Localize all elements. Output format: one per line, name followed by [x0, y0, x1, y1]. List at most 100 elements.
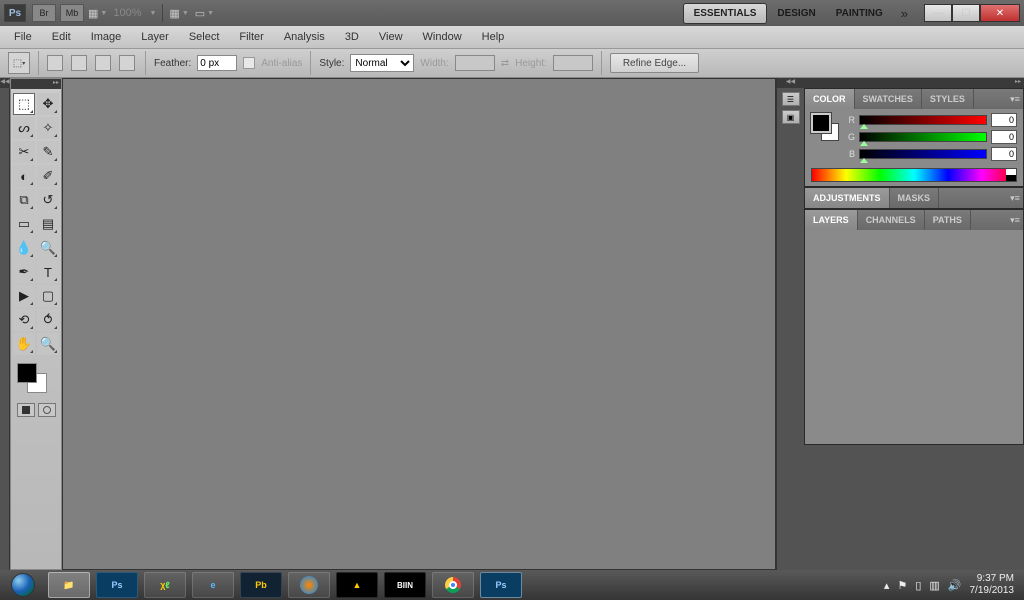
taskbar-wmp[interactable] — [288, 572, 330, 598]
tool-crop[interactable]: ✂ — [13, 141, 35, 163]
menu-layer[interactable]: Layer — [131, 28, 179, 46]
menu-help[interactable]: Help — [472, 28, 515, 46]
tab-swatches[interactable]: SWATCHES — [855, 89, 922, 109]
menu-select[interactable]: Select — [179, 28, 230, 46]
taskbar-pb[interactable]: Pb — [240, 572, 282, 598]
r-input[interactable] — [991, 113, 1017, 127]
tray-show-hidden-icon[interactable]: ▴ — [884, 579, 890, 592]
tab-masks[interactable]: MASKS — [890, 188, 940, 208]
menu-3d[interactable]: 3D — [335, 28, 369, 46]
tool-3d-rotate[interactable]: ⟲ — [13, 309, 35, 331]
arrange-documents-dropdown[interactable]: ▦▼ — [169, 7, 188, 20]
taskbar-photoshop[interactable]: Ps — [96, 572, 138, 598]
tool-quick-select[interactable]: ✧ — [37, 117, 59, 139]
taskbar-ie[interactable]: e — [192, 572, 234, 598]
tool-zoom[interactable]: 🔍 — [37, 333, 59, 355]
close-button[interactable]: ✕ — [980, 4, 1020, 22]
taskbar-photoshop-2[interactable]: Ps — [480, 572, 522, 598]
workspace-essentials[interactable]: ESSENTIALS — [683, 3, 768, 24]
color-panel-menu-icon[interactable]: ▾≡ — [1007, 89, 1023, 109]
tray-network-icon[interactable]: ▥ — [929, 579, 939, 592]
g-slider[interactable] — [859, 132, 987, 142]
feather-input[interactable] — [197, 55, 237, 71]
tool-3d-orbit[interactable]: ⥀ — [37, 309, 59, 331]
actions-panel-icon[interactable]: ▣ — [782, 110, 800, 124]
tool-move[interactable]: ✥ — [37, 93, 59, 115]
tool-spot-heal[interactable]: ◐ — [13, 165, 35, 187]
new-selection-icon[interactable] — [47, 55, 63, 71]
refine-edge-button[interactable]: Refine Edge... — [610, 53, 699, 73]
menu-filter[interactable]: Filter — [229, 28, 273, 46]
foreground-color-swatch[interactable] — [17, 363, 37, 383]
workspace-design[interactable]: DESIGN — [767, 4, 825, 23]
menu-file[interactable]: File — [4, 28, 42, 46]
taskbar-xl[interactable]: χℓ — [144, 572, 186, 598]
tab-color[interactable]: COLOR — [805, 89, 855, 109]
current-tool-preset[interactable]: ⬚▾ — [8, 52, 30, 74]
tray-battery-icon[interactable]: ▯ — [915, 579, 921, 592]
tray-volume-icon[interactable]: 🔊 — [948, 579, 962, 592]
layers-body[interactable] — [805, 230, 1023, 444]
layers-panel-menu-icon[interactable]: ▾≡ — [1007, 210, 1023, 230]
tool-clone[interactable]: ⧉ — [13, 189, 35, 211]
tool-brush[interactable]: ✐ — [37, 165, 59, 187]
canvas-area[interactable] — [62, 78, 776, 570]
tool-history-brush[interactable]: ↺ — [37, 189, 59, 211]
tool-lasso[interactable]: ᔕ — [13, 117, 35, 139]
tray-flag-icon[interactable]: ⚑ — [897, 579, 907, 592]
minibridge-button[interactable]: Mb — [60, 4, 84, 22]
intersect-selection-icon[interactable] — [119, 55, 135, 71]
left-collapse-strip[interactable] — [0, 78, 10, 570]
tool-gradient[interactable]: ▤ — [37, 213, 59, 235]
taskbar-chrome[interactable] — [432, 572, 474, 598]
tab-adjustments[interactable]: ADJUSTMENTS — [805, 188, 890, 208]
minimize-button[interactable]: — — [924, 4, 952, 22]
workspace-painting[interactable]: PAINTING — [826, 4, 893, 23]
tool-pen[interactable]: ✒ — [13, 261, 35, 283]
r-slider[interactable] — [859, 115, 987, 125]
add-selection-icon[interactable] — [71, 55, 87, 71]
tray-clock[interactable]: 9:37 PM 7/19/2013 — [970, 573, 1015, 597]
standard-mode-icon[interactable] — [17, 403, 35, 417]
tool-eyedropper[interactable]: ✎ — [37, 141, 59, 163]
zoom-level[interactable]: 100% — [113, 7, 141, 19]
b-slider[interactable] — [859, 149, 987, 159]
tab-channels[interactable]: CHANNELS — [858, 210, 925, 230]
start-button[interactable] — [4, 572, 42, 598]
taskbar-biin[interactable]: BIIN — [384, 572, 426, 598]
tool-path-select[interactable]: ▶ — [13, 285, 35, 307]
menu-view[interactable]: View — [369, 28, 413, 46]
adjustments-panel-menu-icon[interactable]: ▾≡ — [1007, 188, 1023, 208]
tab-paths[interactable]: PATHS — [925, 210, 971, 230]
toolbox-header[interactable]: ▸▸ — [11, 79, 61, 89]
tool-eraser[interactable]: ▭ — [13, 213, 35, 235]
tool-marquee[interactable]: ⬚ — [13, 93, 35, 115]
b-input[interactable] — [991, 147, 1017, 161]
view-extras-dropdown[interactable]: ▦▼ — [88, 7, 107, 20]
menu-window[interactable]: Window — [413, 28, 472, 46]
menu-image[interactable]: Image — [81, 28, 132, 46]
style-select[interactable]: Normal — [350, 54, 414, 72]
screen-mode-dropdown[interactable]: ▭▼ — [195, 7, 214, 20]
history-panel-icon[interactable]: ☰ — [782, 92, 800, 106]
tool-dodge[interactable]: 🔍 — [37, 237, 59, 259]
bridge-button[interactable]: Br — [32, 4, 56, 22]
g-input[interactable] — [991, 130, 1017, 144]
maximize-button[interactable]: ☐ — [952, 4, 980, 22]
tab-layers[interactable]: LAYERS — [805, 210, 858, 230]
color-spectrum[interactable] — [811, 168, 1017, 182]
tool-type[interactable]: T — [37, 261, 59, 283]
menu-analysis[interactable]: Analysis — [274, 28, 335, 46]
quick-mask-icon[interactable] — [38, 403, 56, 417]
tool-rectangle[interactable]: ▢ — [37, 285, 59, 307]
tool-hand[interactable]: ✋ — [13, 333, 35, 355]
taskbar-aimp[interactable]: ▲ — [336, 572, 378, 598]
panel-dock-header[interactable]: ▸▸ — [804, 78, 1024, 88]
color-fg-swatch[interactable] — [811, 113, 831, 133]
tool-blur[interactable]: 💧 — [13, 237, 35, 259]
workspace-more-icon[interactable]: » — [901, 6, 908, 21]
sub-selection-icon[interactable] — [95, 55, 111, 71]
menu-edit[interactable]: Edit — [42, 28, 81, 46]
tab-styles[interactable]: STYLES — [922, 89, 974, 109]
taskbar-explorer[interactable]: 📁 — [48, 572, 90, 598]
